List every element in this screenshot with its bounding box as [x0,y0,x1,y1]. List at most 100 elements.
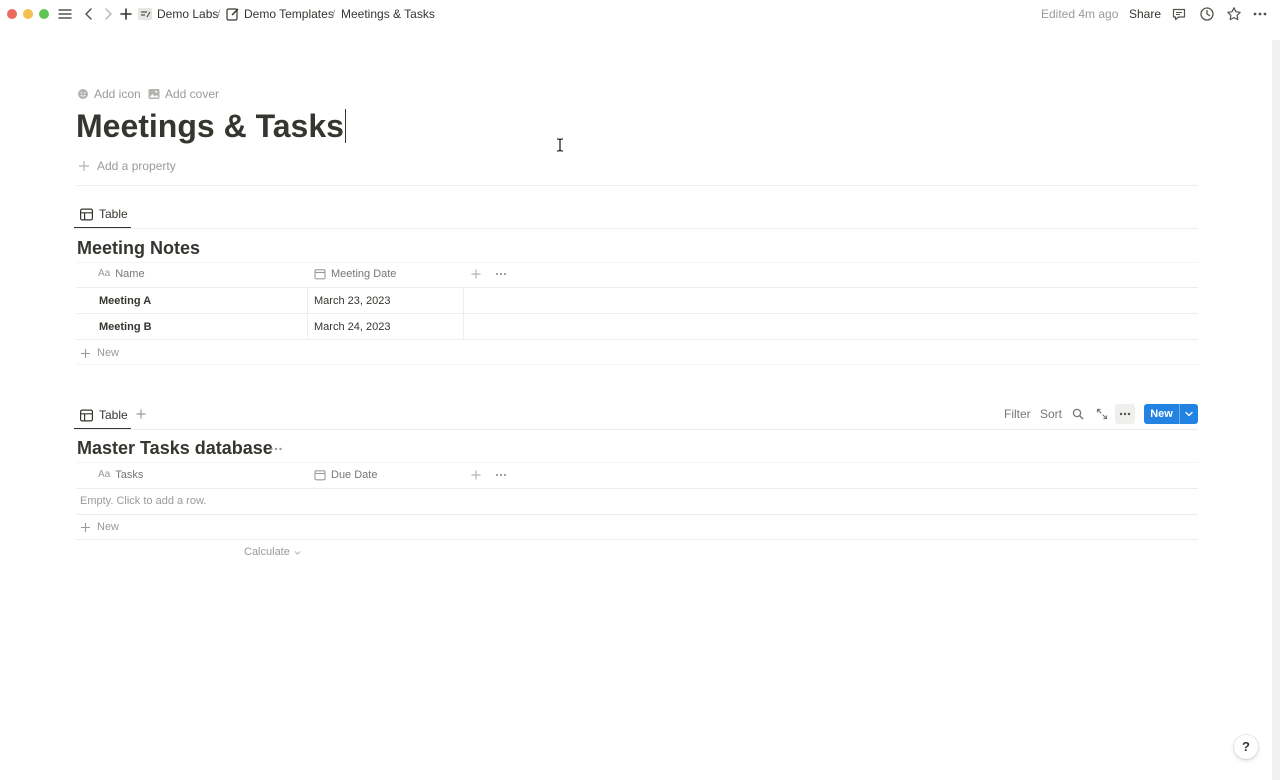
table-row-border [76,313,1198,314]
history-clock-icon[interactable] [1199,6,1215,22]
add-view-plus-icon[interactable] [135,408,147,420]
database-title-master-tasks[interactable]: Master Tasks database [77,436,273,460]
help-button[interactable]: ? [1234,735,1258,759]
plus-icon [81,522,90,532]
calendar-icon [314,269,326,280]
edit-page-icon [225,6,241,22]
text-caret [344,109,346,143]
new-row-label: New [97,347,120,359]
sort-button[interactable]: Sort [1040,407,1062,421]
database-more-button[interactable] [1115,404,1135,424]
add-property-button[interactable]: Add a property [78,158,176,174]
expand-icon[interactable] [1096,408,1108,420]
new-button-label: New [1150,408,1173,420]
tab-label: Table [99,207,128,221]
column-more-icon[interactable] [495,469,507,481]
breadcrumb-item-templates[interactable]: Demo Templates [244,6,334,22]
column-border [463,287,464,339]
calendar-icon [314,470,326,481]
column-header-label: Due Date [331,469,378,481]
text-type-icon: Aa [98,268,111,279]
cell-meeting-date[interactable]: March 24, 2023 [314,320,390,334]
column-header-label: Name [115,268,145,280]
cell-name[interactable]: Meeting A [99,294,151,308]
add-icon-button[interactable]: Add icon [77,86,141,102]
add-column-plus-icon[interactable] [470,469,482,481]
breadcrumb-separator: / [332,7,336,21]
calculate-dropdown[interactable]: Calculate [244,545,302,559]
text-type-icon: Aa [98,469,111,480]
database-title-more-icon[interactable] [269,444,283,454]
plus-icon [79,161,89,171]
table-row-border [76,514,1198,515]
top-bar: Demo Labs / Demo Templates / Meetings & … [0,0,1280,28]
empty-table-message[interactable]: Empty. Click to add a row. [80,494,206,508]
table-row-border [76,287,1198,288]
more-options-icon[interactable] [1252,6,1268,22]
breadcrumb-item-workspace[interactable]: Demo Labs [157,6,218,22]
new-page-plus-icon[interactable] [118,6,134,22]
add-property-label: Add a property [97,159,176,173]
table-row-border [76,339,1198,340]
table-icon [80,208,93,220]
breadcrumb-separator: / [217,7,221,21]
page-title[interactable]: Meetings & Tasks [76,104,346,148]
plus-icon [81,348,90,358]
column-header-tasks[interactable]: Aa Tasks [98,468,143,482]
cell-meeting-date[interactable]: March 23, 2023 [314,294,390,308]
close-window-button[interactable] [7,9,17,19]
database-title-meeting-notes[interactable]: Meeting Notes [77,236,200,260]
column-header-label: Meeting Date [331,268,397,280]
tab-label: Table [99,408,128,422]
table-row-border [76,539,1198,540]
add-cover-button[interactable]: Add cover [148,86,219,102]
divider [74,228,1198,229]
share-button[interactable]: Share [1129,6,1161,22]
button-divider [1179,404,1180,424]
new-row-button[interactable]: New [80,520,119,534]
edited-timestamp: Edited 4m ago [1041,7,1119,21]
favorite-star-icon[interactable] [1226,6,1242,22]
breadcrumb-item-current-page[interactable]: Meetings & Tasks [341,6,435,22]
smiley-icon [78,89,88,99]
divider [74,429,1198,430]
column-border [307,287,308,339]
calculate-label: Calculate [244,546,290,558]
column-header-label: Tasks [115,469,144,481]
ibeam-cursor-icon [556,138,564,152]
add-cover-label: Add cover [165,87,220,101]
new-row-button[interactable]: New [80,346,119,360]
forward-arrow-icon[interactable] [100,6,116,22]
sidebar-toggle-icon[interactable] [57,6,73,22]
minimize-window-button[interactable] [23,9,33,19]
divider [76,185,1198,186]
chevron-down-icon [294,550,301,555]
table-icon [80,409,93,421]
column-header-name[interactable]: Aa Name [98,267,145,281]
add-column-plus-icon[interactable] [470,268,482,280]
search-icon[interactable] [1072,408,1084,420]
divider [76,262,1198,263]
image-icon [148,89,160,99]
workspace-page-icon [137,6,153,22]
tab-table-master-tasks[interactable]: Table [80,407,128,423]
new-record-button[interactable]: New [1144,404,1198,424]
cell-name[interactable]: Meeting B [99,320,152,334]
column-header-meeting-date[interactable]: Meeting Date [314,267,396,281]
scrollbar[interactable] [1272,40,1280,780]
back-arrow-icon[interactable] [81,6,97,22]
page-title-text[interactable]: Meetings & Tasks [76,108,344,144]
add-icon-label: Add icon [94,87,141,101]
more-options-icon [1119,412,1131,416]
new-row-label: New [97,521,120,533]
column-more-icon[interactable] [495,268,507,280]
divider [76,462,1198,463]
divider [76,364,1198,365]
zoom-window-button[interactable] [39,9,49,19]
chevron-down-icon[interactable] [1183,408,1195,420]
filter-button[interactable]: Filter [1004,407,1031,421]
table-row-border [76,488,1198,489]
tab-table-meeting-notes[interactable]: Table [80,206,128,222]
comments-icon[interactable] [1171,6,1187,22]
column-header-due-date[interactable]: Due Date [314,468,377,482]
